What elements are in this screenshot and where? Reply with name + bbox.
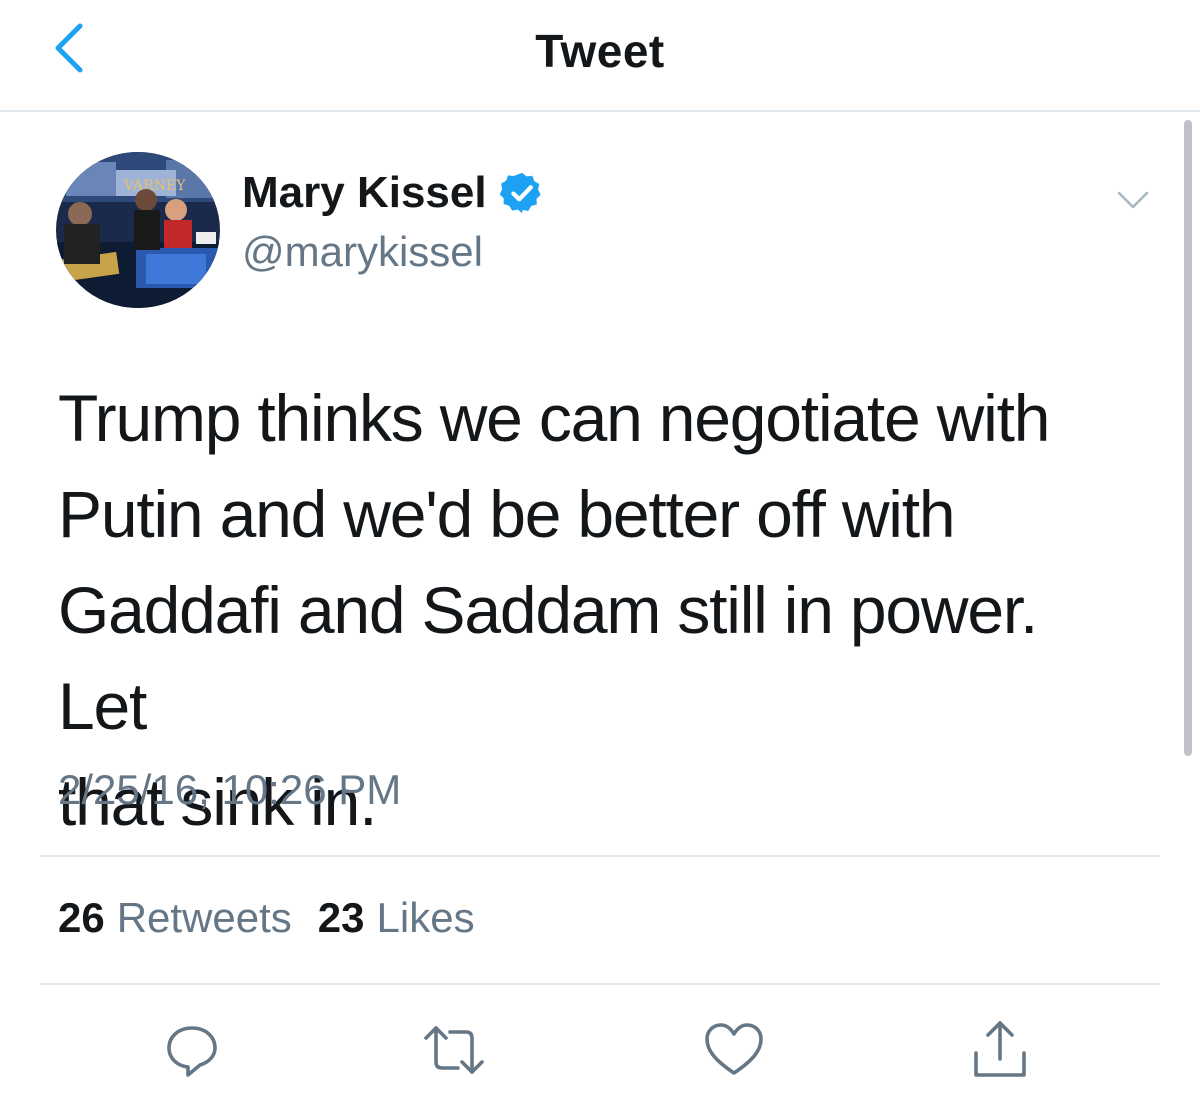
heart-icon xyxy=(705,1023,763,1075)
tweet-detail-screen: Tweet VARNEY Mary Kissel @marykissel Tru… xyxy=(0,0,1200,1108)
reply-icon xyxy=(167,1026,217,1077)
reply-button[interactable] xyxy=(160,1018,224,1082)
author-handle[interactable]: @marykissel xyxy=(242,228,483,276)
tweet-text-line: Gaddafi and Saddam still in power. Let xyxy=(58,573,1038,743)
divider xyxy=(40,983,1160,985)
likes-stat[interactable]: 23 Likes xyxy=(318,894,475,942)
tweet-options-button[interactable] xyxy=(1108,180,1158,220)
retweets-count: 26 xyxy=(58,894,105,941)
nav-header: Tweet xyxy=(0,0,1200,112)
tweet-text-line: Putin and we'd be better off with xyxy=(58,477,956,551)
retweets-label: Retweets xyxy=(116,894,292,941)
author-name[interactable]: Mary Kissel xyxy=(242,168,487,218)
tweet-stats: 26 Retweets 23 Likes xyxy=(58,894,475,942)
tweet-text-line: Trump thinks we can negotiate with xyxy=(58,381,1050,455)
avatar-image: VARNEY xyxy=(56,152,220,308)
divider xyxy=(40,855,1160,857)
retweets-stat[interactable]: 26 Retweets xyxy=(58,894,292,942)
likes-label: Likes xyxy=(376,894,475,941)
author-name-row[interactable]: Mary Kissel xyxy=(242,168,545,218)
chevron-down-icon xyxy=(1117,191,1149,209)
share-button[interactable] xyxy=(968,1018,1032,1082)
scrollbar[interactable] xyxy=(1184,120,1192,756)
page-title: Tweet xyxy=(535,25,665,77)
like-button[interactable] xyxy=(702,1018,766,1082)
verified-badge-icon xyxy=(499,172,541,214)
retweet-button[interactable] xyxy=(422,1018,486,1082)
retweet-icon xyxy=(424,1026,484,1074)
share-icon xyxy=(974,1021,1026,1077)
likes-count: 23 xyxy=(317,894,365,941)
avatar[interactable]: VARNEY xyxy=(56,152,220,308)
tweet-timestamp: 2/25/16, 10:26 PM xyxy=(58,766,402,813)
avatar-sign-text: VARNEY xyxy=(123,178,186,194)
